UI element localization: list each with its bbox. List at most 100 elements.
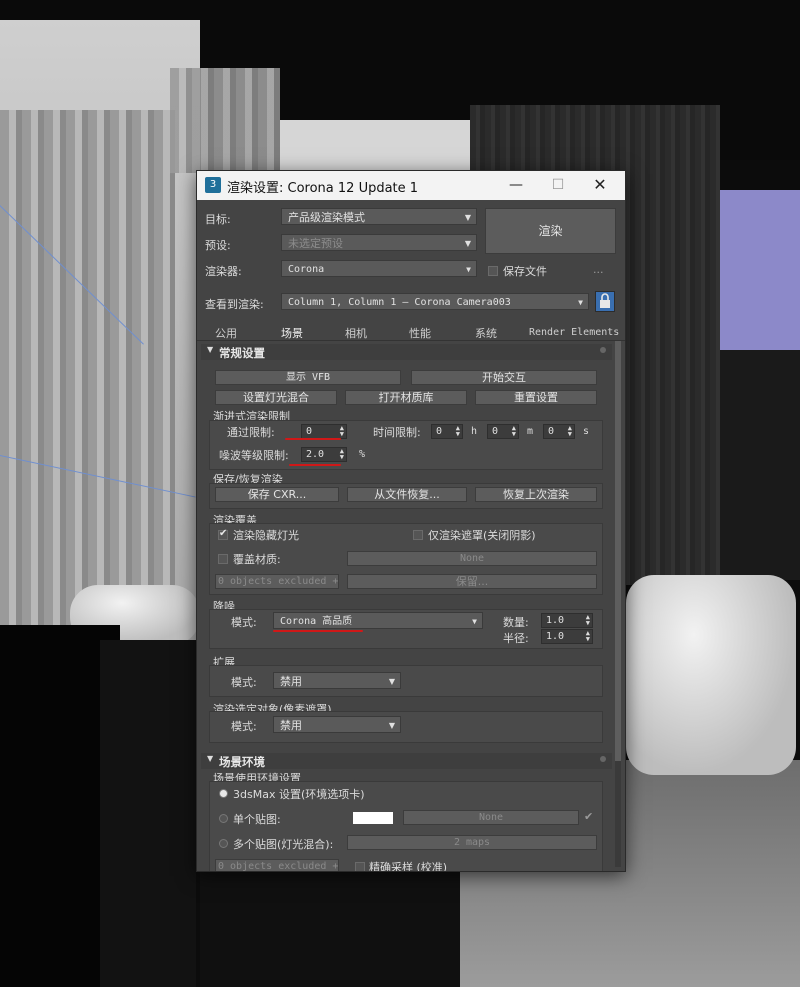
env-objects-excluded-button[interactable]: 0 objects excluded + <box>215 859 339 871</box>
general-settings-header[interactable]: ▼ 常规设置 <box>201 344 612 360</box>
time-limit-label: 时间限制: <box>373 426 421 439</box>
preset-dropdown[interactable]: 未选定预设 ▼ <box>281 234 477 251</box>
render-selected-group <box>209 711 603 743</box>
denoise-mode-dropdown[interactable]: Corona 高品质 ▼ <box>273 612 483 629</box>
extend-mode-value: 禁用 <box>280 675 302 688</box>
seconds-unit: s <box>583 426 590 437</box>
red-annotation-line <box>285 438 341 440</box>
pass-limit-value: 0 <box>306 426 313 437</box>
time-hours-spinner[interactable]: 0 ▲ ▼ <box>431 424 463 439</box>
show-vfb-button[interactable]: 显示 VFB <box>215 370 401 385</box>
extend-mode-label: 模式: <box>231 676 257 689</box>
noise-limit-value: 2.0 <box>306 449 325 460</box>
render-setup-dialog: 3 渲染设置: Corona 12 Update 1 — ☐ ✕ 目标: 产品级… <box>196 170 626 872</box>
render-selected-mode-label: 模式: <box>231 720 257 733</box>
chevron-down-icon: ▼ <box>466 265 471 274</box>
objects-excluded-button[interactable]: 0 objects excluded + <box>215 574 339 589</box>
save-file-label: 保存文件 <box>503 265 547 278</box>
minimize-button[interactable]: — <box>496 173 536 197</box>
env-3dsmax-radio[interactable] <box>219 789 228 798</box>
lock-view-button[interactable] <box>595 291 615 312</box>
time-minutes-value: 0 <box>492 426 499 437</box>
env-3dsmax-label: 3dsMax 设置(环境选项卡) <box>233 788 365 801</box>
render-button[interactable]: 渲染 <box>485 208 616 254</box>
spinner-arrows-icon: ▲ ▼ <box>567 424 572 438</box>
chevron-down-icon: ▼ <box>472 617 477 626</box>
collapse-icon: ▼ <box>207 345 214 354</box>
env-multi-map-radio[interactable] <box>219 839 228 848</box>
env-multi-map-button[interactable]: 2 maps <box>347 835 597 850</box>
hours-unit: h <box>471 426 478 437</box>
time-seconds-spinner[interactable]: 0 ▲ ▼ <box>543 424 575 439</box>
env-multi-map-label: 多个贴图(灯光混合): <box>233 838 334 851</box>
noise-limit-label: 噪波等级限制: <box>219 449 289 462</box>
extend-group <box>209 665 603 697</box>
render-hidden-lights-checkbox[interactable] <box>218 528 228 540</box>
tab-common[interactable]: 公用 <box>215 325 237 341</box>
pass-limit-label: 通过限制: <box>227 426 275 439</box>
red-annotation-line <box>273 630 363 632</box>
time-hours-value: 0 <box>436 426 443 437</box>
renderer-value: Corona <box>288 264 325 275</box>
lock-icon <box>600 293 610 308</box>
view-to-render-dropdown[interactable]: Column 1, Column 1 — Corona Camera003 ▼ <box>281 293 589 310</box>
foreground-block <box>100 640 196 987</box>
noise-limit-spinner[interactable]: 2.0 ▲ ▼ <box>301 447 347 462</box>
close-button[interactable]: ✕ <box>580 173 620 197</box>
chevron-down-icon: ▼ <box>464 239 471 248</box>
renderer-dropdown[interactable]: Corona ▼ <box>281 260 477 277</box>
restore-last-render-button[interactable]: 恢复上次渲染 <box>475 487 597 502</box>
env-single-map-label: 单个贴图: <box>233 813 281 826</box>
chevron-down-icon: ▼ <box>464 213 471 222</box>
tab-performance[interactable]: 性能 <box>409 325 431 341</box>
reset-settings-button[interactable]: 重置设置 <box>475 390 597 405</box>
tab-scene[interactable]: 场景 <box>281 325 303 341</box>
start-interactive-button[interactable]: 开始交互 <box>411 370 597 385</box>
tab-divider <box>197 340 625 341</box>
env-color-swatch[interactable] <box>353 812 393 824</box>
back-curtain <box>170 68 280 173</box>
override-material-checkbox[interactable] <box>218 554 228 564</box>
target-dropdown[interactable]: 产品级渲染模式 ▼ <box>281 208 477 225</box>
denoise-radius-spinner[interactable]: 1.0 ▲ ▼ <box>541 629 593 644</box>
keep-button[interactable]: 保留... <box>347 574 597 589</box>
3dsmax-app-icon: 3 <box>205 177 221 193</box>
save-file-checkbox[interactable] <box>488 266 498 276</box>
view-to-render-value: Column 1, Column 1 — Corona Camera003 <box>288 297 511 308</box>
general-settings-title: 常规设置 <box>219 346 265 360</box>
extend-mode-dropdown[interactable]: 禁用 ▼ <box>273 672 401 689</box>
override-material-slot[interactable]: None <box>347 551 597 566</box>
open-material-library-button[interactable]: 打开材质库 <box>345 390 467 405</box>
render-mask-only-label: 仅渲染遮罩(关闭阴影) <box>428 529 536 542</box>
spinner-arrows-icon: ▲ ▼ <box>511 424 516 438</box>
tab-system[interactable]: 系统 <box>475 325 497 341</box>
browse-button[interactable]: ... <box>593 263 604 276</box>
denoise-amount-spinner[interactable]: 1.0 ▲ ▼ <box>541 613 593 628</box>
denoise-amount-value: 1.0 <box>546 615 565 626</box>
collapse-icon: ▼ <box>207 754 214 763</box>
scene-environment-title: 场景环境 <box>219 755 265 769</box>
scene-environment-header[interactable]: ▼ 场景环境 <box>201 753 612 769</box>
pass-limit-spinner[interactable]: 0 ▲ ▼ <box>301 424 347 439</box>
rollout-dot-icon <box>600 756 606 762</box>
scrollbar-thumb[interactable] <box>615 341 621 761</box>
denoise-amount-label: 数量: <box>503 616 529 629</box>
window-view <box>720 190 800 350</box>
tab-render-elements[interactable]: Render Elements <box>529 327 619 338</box>
render-mask-only-checkbox[interactable] <box>413 530 423 540</box>
render-selected-mode-dropdown[interactable]: 禁用 ▼ <box>273 716 401 733</box>
maximize-button[interactable]: ☐ <box>538 173 578 197</box>
env-single-map-slot[interactable]: None <box>403 810 579 825</box>
precise-sampling-checkbox[interactable] <box>355 862 365 871</box>
target-value: 产品级渲染模式 <box>288 211 365 224</box>
title-bar[interactable]: 3 渲染设置: Corona 12 Update 1 — ☐ ✕ <box>197 171 625 200</box>
foreground-floor-shadow <box>200 870 460 987</box>
env-single-map-radio[interactable] <box>219 814 228 823</box>
setup-lightmix-button[interactable]: 设置灯光混合 <box>215 390 337 405</box>
denoise-radius-label: 半径: <box>503 632 529 645</box>
time-minutes-spinner[interactable]: 0 ▲ ▼ <box>487 424 519 439</box>
save-cxr-button[interactable]: 保存 CXR... <box>215 487 339 502</box>
restore-from-file-button[interactable]: 从文件恢复... <box>347 487 467 502</box>
tab-camera[interactable]: 相机 <box>345 325 367 341</box>
spinner-arrows-icon: ▲ ▼ <box>585 613 590 627</box>
